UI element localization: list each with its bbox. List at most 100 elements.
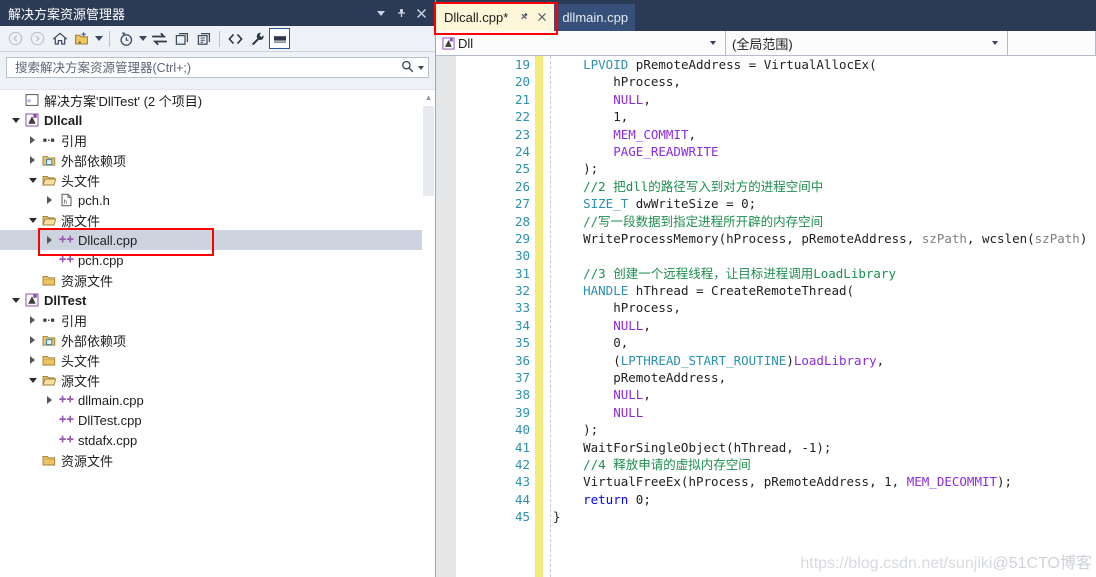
search-input[interactable] — [13, 59, 398, 76]
expander-collapsed-icon[interactable] — [25, 310, 40, 330]
tree-item--[interactable]: 头文件 — [0, 350, 422, 370]
code-line[interactable]: 23 MEM_COMMIT, — [436, 126, 1096, 143]
code-line[interactable]: 25 ); — [436, 160, 1096, 177]
show-all-files-icon[interactable] — [193, 28, 214, 49]
editor-tab-dllcall.cpp-[interactable]: Dllcall.cpp* — [436, 4, 555, 31]
code-lines[interactable]: 19 LPVOID pRemoteAddress = VirtualAllocE… — [436, 56, 1096, 577]
expander-collapsed-icon[interactable] — [42, 230, 57, 250]
code-line[interactable]: 26 //2 把dll的路径写入到对方的进程空间中 — [436, 178, 1096, 195]
code-line[interactable]: 40 ); — [436, 421, 1096, 438]
tree-item-dllcall.cpp[interactable]: Dllcall.cpp — [0, 230, 422, 250]
code-line[interactable]: 28 //写一段数据到指定进程所开辟的内存空间 — [436, 213, 1096, 230]
tree-item-pch.h[interactable]: h pch.h — [0, 190, 422, 210]
code-line[interactable]: 31 //3 创建一个远程线程，让目标进程调用LoadLibrary — [436, 265, 1096, 282]
collapse-all-icon[interactable] — [171, 28, 192, 49]
code-line[interactable]: 19 LPVOID pRemoteAddress = VirtualAllocE… — [436, 56, 1096, 73]
code-line[interactable]: 24 PAGE_READWRITE — [436, 143, 1096, 160]
expander-collapsed-icon[interactable] — [25, 130, 40, 150]
search-icon[interactable] — [401, 60, 414, 76]
tree-item-dllmain.cpp[interactable]: dllmain.cpp — [0, 390, 422, 410]
code-line[interactable]: 41 WaitForSingleObject(hThread, -1); — [436, 439, 1096, 456]
scroll-thumb[interactable] — [423, 106, 434, 196]
expander-placeholder — [25, 270, 40, 290]
tree-item-label: Dllcall — [44, 112, 83, 128]
code-line[interactable]: 34 NULL, — [436, 317, 1096, 334]
tree-item-pch.cpp[interactable]: pch.cpp — [0, 250, 422, 270]
pending-changes-dropdown-icon[interactable] — [137, 28, 148, 49]
panel-dropdown-icon[interactable] — [371, 3, 391, 23]
expander-collapsed-icon[interactable] — [25, 330, 40, 350]
forward-icon[interactable] — [27, 28, 48, 49]
expander-collapsed-icon[interactable] — [42, 390, 57, 410]
code-line[interactable]: 27 SIZE_T dwWriteSize = 0; — [436, 195, 1096, 212]
tree-item-dlltest.cpp[interactable]: DllTest.cpp — [0, 410, 422, 430]
search-box[interactable] — [6, 57, 429, 78]
code-line[interactable]: 33 hProcess, — [436, 299, 1096, 316]
code-view-icon[interactable] — [225, 28, 246, 49]
tree-item--[interactable]: 源文件 — [0, 210, 422, 230]
tree-item-stdafx.cpp[interactable]: stdafx.cpp — [0, 430, 422, 450]
code-line[interactable]: 22 1, — [436, 108, 1096, 125]
tab-pin-icon[interactable] — [515, 9, 531, 25]
code-line[interactable]: 44 return 0; — [436, 491, 1096, 508]
expander-expanded-icon[interactable] — [8, 110, 23, 130]
tree-item--[interactable]: 外部依赖项 — [0, 150, 422, 170]
code-line[interactable]: 39 NULL — [436, 404, 1096, 421]
tree-item--[interactable]: 引用 — [0, 310, 422, 330]
member-dropdown-caret-icon[interactable] — [992, 41, 998, 45]
pending-changes-icon[interactable] — [115, 28, 136, 49]
code-line[interactable]: 30 — [436, 247, 1096, 264]
expander-expanded-icon[interactable] — [25, 370, 40, 390]
code-editor[interactable]: 19 LPVOID pRemoteAddress = VirtualAllocE… — [436, 56, 1096, 577]
home-icon[interactable] — [49, 28, 70, 49]
tree-item-dllcall[interactable]: Dllcall — [0, 110, 422, 130]
expander-expanded-icon[interactable] — [25, 210, 40, 230]
code-line[interactable]: 38 NULL, — [436, 386, 1096, 403]
tree-item--[interactable]: 引用 — [0, 130, 422, 150]
sync-icon[interactable] — [149, 28, 170, 49]
line-number: 30 — [514, 248, 530, 264]
code-text: hProcess, — [553, 74, 681, 90]
expander-collapsed-icon[interactable] — [42, 190, 57, 210]
properties-wrench-icon[interactable] — [247, 28, 268, 49]
editor-tab-dllmain.cpp[interactable]: dllmain.cpp — [554, 4, 636, 31]
code-line[interactable]: 21 NULL, — [436, 91, 1096, 108]
tree-item--[interactable]: 资源文件 — [0, 450, 422, 470]
code-line[interactable]: 42 //4 释放申请的虚拟内存空间 — [436, 456, 1096, 473]
expander-collapsed-icon[interactable] — [25, 150, 40, 170]
scroll-up-icon[interactable]: ▲ — [422, 90, 435, 104]
tree-item--[interactable]: 外部依赖项 — [0, 330, 422, 350]
class-dropdown[interactable]: Dll — [436, 31, 726, 55]
code-line[interactable]: 36 (LPTHREAD_START_ROUTINE)LoadLibrary, — [436, 352, 1096, 369]
member-dropdown[interactable]: (全局范围) — [726, 31, 1008, 55]
expander-expanded-icon[interactable] — [25, 170, 40, 190]
code-line[interactable]: 29 WriteProcessMemory(hProcess, pRemoteA… — [436, 230, 1096, 247]
expander-collapsed-icon[interactable] — [25, 350, 40, 370]
tree-item--[interactable]: 源文件 — [0, 370, 422, 390]
tree-item-label: 解决方案'DllTest' (2 个项目) — [44, 93, 203, 109]
tree-scrollbar[interactable]: ▲ — [422, 90, 435, 577]
preview-selected-items-icon[interactable] — [269, 28, 290, 49]
code-line[interactable]: 20 hProcess, — [436, 73, 1096, 90]
tree-item-dlltest[interactable]: DllTest — [0, 290, 422, 310]
panel-close-icon[interactable] — [411, 3, 431, 23]
search-dropdown-icon[interactable] — [418, 65, 424, 70]
code-line[interactable]: 43 VirtualFreeEx(hProcess, pRemoteAddres… — [436, 473, 1096, 490]
new-folder-icon[interactable] — [71, 28, 92, 49]
tree-item--[interactable]: 资源文件 — [0, 270, 422, 290]
code-line[interactable]: 35 0, — [436, 334, 1096, 351]
class-dropdown-caret-icon[interactable] — [710, 41, 716, 45]
code-text: MEM_COMMIT, — [613, 126, 697, 142]
code-line[interactable]: 45} — [436, 508, 1096, 525]
panel-pin-icon[interactable] — [391, 3, 411, 23]
back-icon[interactable] — [5, 28, 26, 49]
tab-close-icon[interactable] — [537, 11, 547, 25]
tree-item--dlltest-2-[interactable]: ∞ 解决方案'DllTest' (2 个项目) — [0, 90, 422, 110]
tree-item--[interactable]: 头文件 — [0, 170, 422, 190]
code-line[interactable]: 32 HANDLE hThread = CreateRemoteThread( — [436, 282, 1096, 299]
code-line[interactable]: 37 pRemoteAddress, — [436, 369, 1096, 386]
new-folder-dropdown-icon[interactable] — [93, 28, 104, 49]
expander-expanded-icon[interactable] — [8, 290, 23, 310]
line-number: 40 — [514, 422, 530, 438]
third-dropdown[interactable] — [1008, 31, 1096, 55]
